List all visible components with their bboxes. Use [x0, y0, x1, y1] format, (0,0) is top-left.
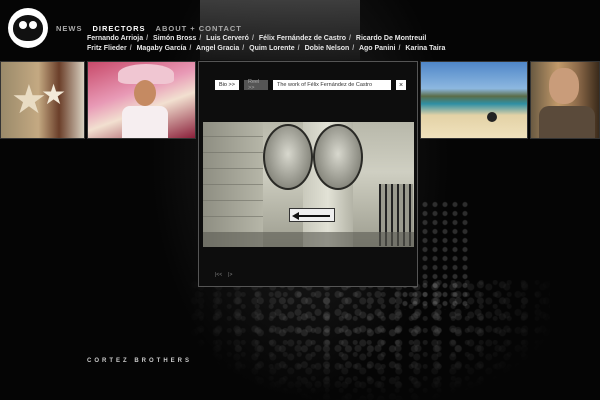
dancer-costume — [122, 106, 168, 138]
floor-shadow — [203, 232, 414, 247]
arrow-shaft — [298, 215, 330, 217]
cortez-logo[interactable] — [8, 8, 48, 48]
separator: / — [242, 45, 245, 52]
brick-line — [203, 152, 263, 153]
cobblestone-background — [190, 280, 550, 400]
nav-news[interactable]: NEWS — [56, 24, 83, 33]
separator: / — [297, 45, 300, 52]
close-button[interactable]: × — [396, 80, 406, 90]
bio-button[interactable]: Bio >> — [215, 80, 239, 90]
separator: / — [146, 35, 149, 42]
director-link[interactable]: Simón Bross — [153, 35, 196, 42]
brick-line — [203, 168, 263, 169]
thumbnail-portrait[interactable] — [530, 61, 600, 139]
separator: / — [189, 45, 192, 52]
brick-line — [203, 136, 263, 137]
previous-icon[interactable]: |<< — [215, 272, 222, 278]
director-link[interactable]: Karina Taira — [405, 45, 445, 52]
director-list: Fernando Arrioja / Simón Bross / Luis Cerv… — [87, 34, 467, 54]
reel-title: The work of Félix Fernández de Castro — [273, 80, 391, 90]
convex-mirror-left — [263, 124, 313, 190]
thumbnail-carnival[interactable] — [87, 61, 196, 139]
director-link[interactable]: Fritz Flieder — [87, 45, 127, 52]
director-link[interactable]: Angel Gracia — [196, 45, 239, 52]
nav-about-contact[interactable]: ABOUT + CONTACT — [156, 24, 242, 33]
video-frame[interactable] — [203, 122, 414, 247]
star-icon: ★ — [41, 79, 67, 110]
director-link[interactable]: Ricardo De Montreuil — [356, 35, 426, 42]
director-link[interactable]: Félix Fernández de Castro — [259, 35, 346, 42]
brick-line — [203, 184, 263, 185]
man-coat — [539, 106, 595, 138]
separator: / — [251, 35, 254, 42]
video-player-panel: Bio >> Reel >> The work of Félix Fernánd… — [198, 61, 418, 287]
play-icon[interactable]: |> — [228, 272, 232, 278]
player-controls: Bio >> Reel >> The work of Félix Fernánd… — [215, 79, 406, 91]
brand-footer: CORTEZ BROTHERS — [87, 358, 192, 364]
nav-directors[interactable]: DIRECTORS — [93, 24, 146, 33]
director-link[interactable]: Ago Panini — [359, 45, 396, 52]
convex-mirror-right — [313, 124, 363, 190]
brick-line — [203, 200, 263, 201]
separator: / — [398, 45, 401, 52]
main-nav: NEWS DIRECTORS ABOUT + CONTACT — [56, 24, 242, 33]
separator: / — [352, 45, 355, 52]
director-link[interactable]: Quim Lorente — [249, 45, 295, 52]
director-link[interactable]: Dobie Nelson — [305, 45, 350, 52]
director-link[interactable]: Magaby García — [137, 45, 187, 52]
separator: / — [199, 35, 202, 42]
director-link[interactable]: Fernando Arrioja — [87, 35, 143, 42]
arrow-sign — [289, 208, 335, 222]
reel-button[interactable]: Reel >> — [244, 79, 268, 91]
beach-person — [487, 112, 497, 122]
playback-controls: |<< |> — [215, 272, 232, 278]
director-link[interactable]: Luis Cerveró — [206, 35, 249, 42]
logo-face-icon — [13, 15, 43, 41]
thumbnail-stars[interactable]: ★ ★ — [0, 61, 85, 139]
dancer-face — [134, 80, 156, 106]
man-head — [549, 68, 579, 104]
brick-line — [203, 216, 263, 217]
separator: / — [348, 35, 351, 42]
thumbnail-beach[interactable] — [420, 61, 528, 139]
separator: / — [129, 45, 132, 52]
